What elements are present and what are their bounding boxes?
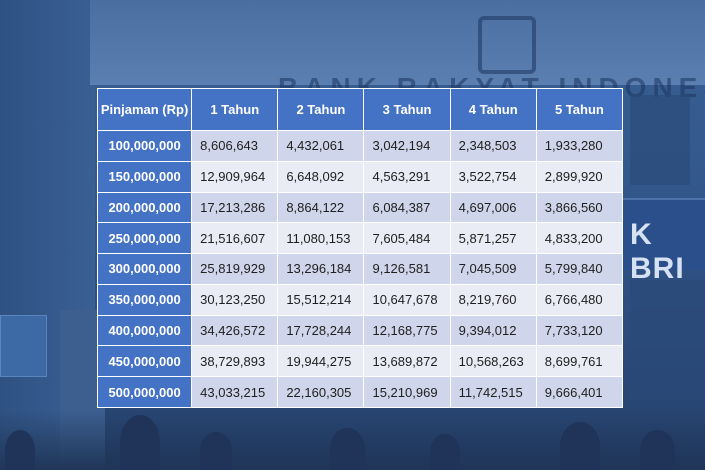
loan-amount-cell: 100,000,000	[96, 130, 193, 162]
installment-cell: 11,742,515	[449, 376, 537, 408]
installment-cell: 43,033,215	[191, 376, 279, 408]
bri-logo-icon	[478, 16, 536, 74]
building-window	[630, 95, 690, 185]
loan-amount-cell: 200,000,000	[96, 191, 193, 224]
installment-cell: 1,933,280	[535, 130, 624, 162]
installment-cell: 38,729,893	[191, 345, 279, 378]
installment-cell: 5,871,257	[449, 222, 537, 255]
installment-cell: 7,733,120	[535, 314, 624, 347]
installment-cell: 12,168,775	[363, 314, 451, 347]
installment-cell: 34,426,572	[191, 314, 279, 347]
installment-cell: 13,296,184	[277, 253, 365, 285]
table-row: 150,000,000 12,909,964 6,648,092 4,563,2…	[96, 160, 624, 193]
installment-cell: 17,213,286	[191, 191, 279, 224]
loan-amount-cell: 300,000,000	[96, 253, 193, 285]
installment-cell: 7,605,484	[363, 222, 451, 255]
person-silhouette	[5, 430, 35, 470]
table-row: 500,000,000 43,033,215 22,160,305 15,210…	[96, 376, 624, 408]
installment-cell: 2,899,920	[535, 160, 624, 193]
person-silhouette	[330, 428, 365, 470]
person-silhouette	[200, 432, 232, 470]
loan-amount-cell: 350,000,000	[96, 283, 193, 316]
installment-cell: 25,819,929	[191, 253, 279, 285]
building-window	[630, 280, 705, 400]
installment-cell: 7,045,509	[449, 253, 537, 285]
installment-cell: 4,697,006	[449, 191, 537, 224]
installment-cell: 15,210,969	[363, 376, 451, 408]
installment-cell: 11,080,153	[277, 222, 365, 255]
installment-cell: 8,219,760	[449, 283, 537, 316]
loan-amount-cell: 400,000,000	[96, 314, 193, 347]
installment-cell: 2,348,503	[449, 130, 537, 162]
loan-amount-cell: 450,000,000	[96, 345, 193, 378]
installment-cell: 6,084,387	[363, 191, 451, 224]
installment-cell: 5,799,840	[535, 253, 624, 285]
table-row: 400,000,000 34,426,572 17,728,244 12,168…	[96, 314, 624, 347]
installment-cell: 6,648,092	[277, 160, 365, 193]
loan-installment-table: Pinjaman (Rp) 1 Tahun 2 Tahun 3 Tahun 4 …	[96, 88, 624, 408]
installment-cell: 4,432,061	[277, 130, 365, 162]
installment-cell: 19,944,275	[277, 345, 365, 378]
installment-cell: 22,160,305	[277, 376, 365, 408]
header-pinjaman: Pinjaman (Rp)	[96, 88, 193, 131]
installment-cell: 21,516,607	[191, 222, 279, 255]
person-silhouette	[120, 415, 160, 470]
installment-cell: 8,699,761	[535, 345, 624, 378]
installment-cell: 10,568,263	[449, 345, 537, 378]
person-silhouette	[640, 430, 675, 470]
installment-cell: 15,512,214	[277, 283, 365, 316]
installment-cell: 6,766,480	[535, 283, 624, 316]
loan-amount-cell: 500,000,000	[96, 376, 193, 408]
installment-cell: 30,123,250	[191, 283, 279, 316]
table-row: 200,000,000 17,213,286 8,864,122 6,084,3…	[96, 191, 624, 224]
loan-amount-cell: 150,000,000	[96, 160, 193, 193]
header-2-tahun: 2 Tahun	[277, 88, 365, 131]
header-4-tahun: 4 Tahun	[449, 88, 537, 131]
table-row: 300,000,000 25,819,929 13,296,184 9,126,…	[96, 253, 624, 285]
bri-sign-text: K BRI	[630, 218, 685, 285]
installment-cell: 3,042,194	[363, 130, 451, 162]
installment-cell: 17,728,244	[277, 314, 365, 347]
header-1-tahun: 1 Tahun	[191, 88, 279, 131]
table-row: 250,000,000 21,516,607 11,080,153 7,605,…	[96, 222, 624, 255]
installment-cell: 3,522,754	[449, 160, 537, 193]
header-3-tahun: 3 Tahun	[363, 88, 451, 131]
installment-cell: 9,394,012	[449, 314, 537, 347]
person-silhouette	[430, 434, 460, 470]
table-row: 350,000,000 30,123,250 15,512,214 10,647…	[96, 283, 624, 316]
installment-cell: 4,833,200	[535, 222, 624, 255]
installment-cell: 9,666,401	[535, 376, 624, 408]
installment-cell: 9,126,581	[363, 253, 451, 285]
installment-cell: 13,689,872	[363, 345, 451, 378]
person-silhouette	[560, 422, 600, 470]
table-row: 100,000,000 8,606,643 4,432,061 3,042,19…	[96, 130, 624, 162]
blue-panel	[0, 315, 47, 377]
header-5-tahun: 5 Tahun	[535, 88, 624, 131]
table-row: 450,000,000 38,729,893 19,944,275 13,689…	[96, 345, 624, 378]
installment-cell: 8,606,643	[191, 130, 279, 162]
installment-cell: 12,909,964	[191, 160, 279, 193]
table-header-row: Pinjaman (Rp) 1 Tahun 2 Tahun 3 Tahun 4 …	[96, 88, 624, 131]
installment-cell: 8,864,122	[277, 191, 365, 224]
installment-cell: 4,563,291	[363, 160, 451, 193]
loan-amount-cell: 250,000,000	[96, 222, 193, 255]
installment-cell: 10,647,678	[363, 283, 451, 316]
installment-cell: 3,866,560	[535, 191, 624, 224]
